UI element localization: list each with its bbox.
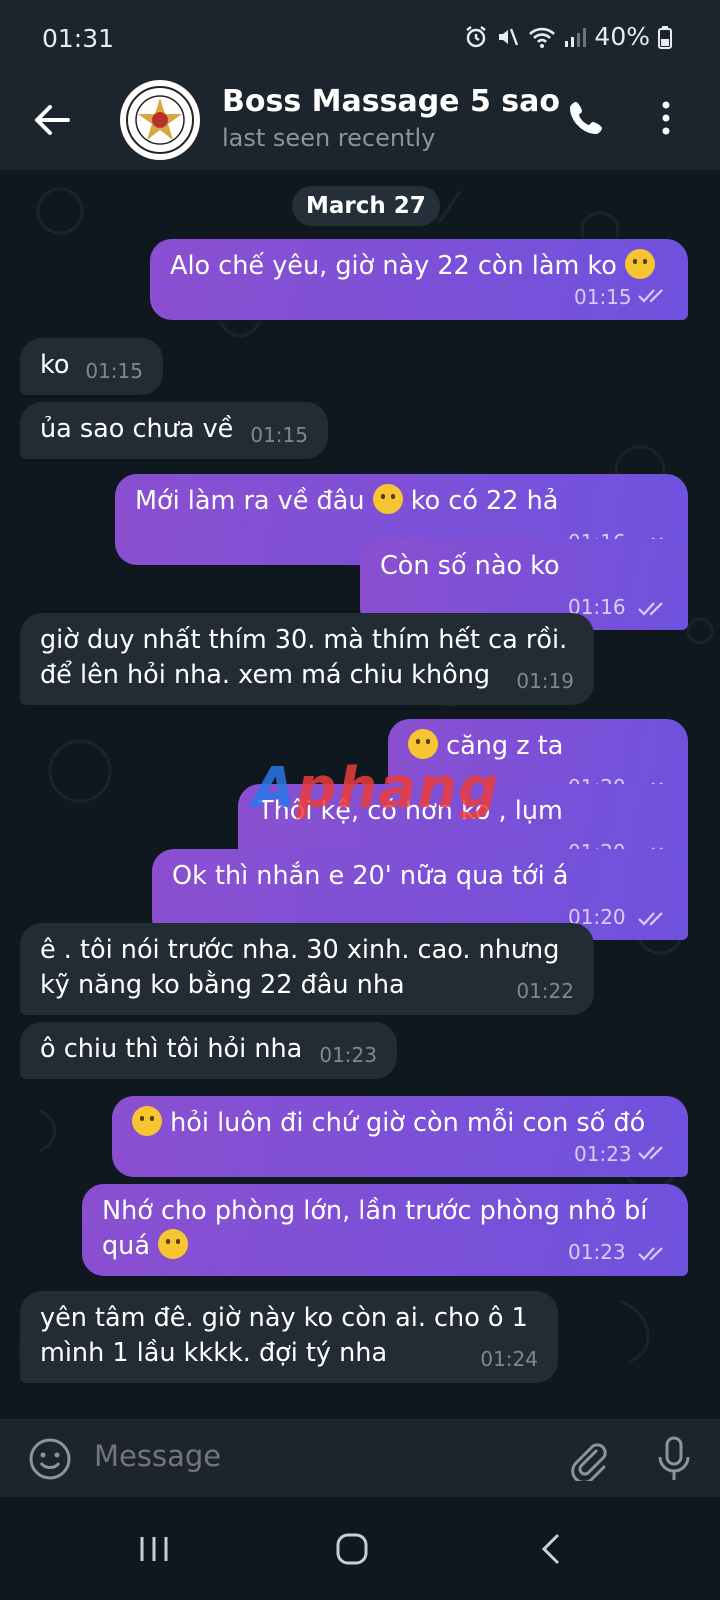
message-text: ủa sao chưa về [40, 414, 234, 444]
last-seen-status: last seen recently [222, 124, 436, 152]
message-line: giờ duy nhất thím 30. mà thím hết ca rồi… [40, 625, 568, 655]
back-icon[interactable] [528, 1525, 576, 1573]
chat-title[interactable]: Boss Massage 5 sao [222, 84, 560, 119]
message-text: Mới làm ra về đâu [135, 486, 365, 516]
message-time: 01:23 [574, 1142, 632, 1166]
message-text: Ok thì nhắn e 20' nữa qua tới á [172, 861, 569, 891]
avatar[interactable] [120, 80, 200, 160]
message-text: ko [40, 350, 70, 380]
message-time: 01:23 [319, 1043, 377, 1067]
message-text: ko có 22 hả [410, 486, 559, 516]
double-check-icon [638, 911, 663, 926]
emoji-icon[interactable] [28, 1437, 72, 1481]
woozy-face-icon [408, 729, 438, 759]
battery-icon [658, 25, 672, 49]
mute-icon [499, 28, 519, 45]
microphone-icon[interactable] [656, 1435, 692, 1483]
date-separator: March 27 [292, 186, 440, 226]
message-line: để lên hỏi nha. xem má chiu không [40, 660, 491, 690]
incoming-message[interactable]: ê . tôi nói trước nha. 30 xinh. cao. như… [20, 923, 594, 1015]
message-meta: 01:16 [568, 596, 668, 618]
message-line: Nhớ cho phòng lớn, lần trước phòng nhỏ b… [102, 1196, 648, 1226]
battery-percent: 40% [594, 22, 650, 51]
message-meta: 01:23 [568, 1241, 668, 1263]
double-check-icon [638, 601, 663, 616]
incoming-message[interactable]: ủa sao chưa về 01:15 [20, 402, 328, 459]
message-meta: 01:15 [170, 286, 668, 308]
watermark-logo: Aphang [252, 756, 499, 821]
phone-icon[interactable] [566, 98, 606, 138]
status-time: 01:31 [42, 24, 115, 53]
message-time: 01:24 [480, 1347, 538, 1371]
back-arrow-icon[interactable] [32, 100, 72, 140]
message-line: kỹ năng ko bằng 22 đâu nha [40, 970, 405, 1000]
message-line: quá [102, 1231, 150, 1261]
signal-icon [565, 27, 587, 47]
chat-header: Boss Massage 5 sao last seen recently [0, 78, 720, 171]
system-nav-bar [0, 1497, 720, 1600]
message-meta: 01:23 [132, 1143, 668, 1165]
message-text: ô chiu thì tôi hỏi nha [40, 1034, 303, 1064]
more-vertical-icon[interactable] [658, 98, 674, 138]
alarm-icon [466, 25, 487, 47]
attach-icon[interactable] [566, 1437, 610, 1481]
message-meta: 01:20 [568, 906, 668, 928]
flushed-face-icon [132, 1106, 162, 1136]
incoming-message[interactable]: ô chiu thì tôi hỏi nha 01:23 [20, 1022, 397, 1079]
double-check-icon [638, 289, 663, 303]
wifi-icon [529, 27, 556, 48]
message-time: 01:23 [568, 1240, 626, 1264]
incoming-message[interactable]: ko 01:15 [20, 338, 163, 395]
message-line: ê . tôi nói trước nha. 30 xinh. cao. như… [40, 935, 560, 965]
outgoing-message[interactable]: hỏi luôn đi chứ giờ còn mỗi con số đó 01… [112, 1096, 688, 1177]
message-text: Còn số nào ko [380, 551, 560, 581]
recent-apps-icon[interactable] [130, 1525, 178, 1573]
message-input[interactable] [94, 1439, 524, 1473]
message-text: Alo chế yêu, giờ này 22 còn làm ko [170, 251, 617, 281]
message-time: 01:15 [574, 285, 632, 309]
woozy-face-icon [372, 484, 403, 514]
incoming-message[interactable]: yên tâm đê. giờ này ko còn ai. cho ô 1 m… [20, 1291, 558, 1383]
pleading-face-icon [158, 1229, 189, 1259]
massage-logo-icon [126, 86, 194, 154]
status-bar: 01:31 40% [0, 0, 720, 78]
double-check-icon [638, 1246, 663, 1261]
message-text: hỏi luôn đi chứ giờ còn mỗi con số đó [170, 1108, 646, 1138]
outgoing-message[interactable]: Nhớ cho phòng lớn, lần trước phòng nhỏ b… [82, 1184, 688, 1276]
kiss-icon [625, 249, 655, 279]
watermark-part2: phang [296, 756, 500, 821]
message-time: 01:15 [85, 359, 143, 383]
status-icons: 40% [464, 22, 672, 51]
incoming-message[interactable]: giờ duy nhất thím 30. mà thím hết ca rồi… [20, 613, 594, 705]
message-time: 01:19 [516, 669, 574, 693]
message-time: 01:15 [250, 423, 308, 447]
message-line: mình 1 lầu kkkk. đợi tý nha [40, 1338, 388, 1368]
double-check-icon [638, 1146, 663, 1160]
chat-area[interactable]: March 27 Alo chế yêu, giờ này 22 còn làm… [0, 171, 720, 1419]
home-icon[interactable] [328, 1525, 376, 1573]
message-time: 01:22 [516, 979, 574, 1003]
message-composer [0, 1419, 720, 1497]
outgoing-message[interactable]: Alo chế yêu, giờ này 22 còn làm ko 01:15 [150, 239, 688, 320]
watermark-part1: A [252, 756, 297, 821]
message-line: yên tâm đê. giờ này ko còn ai. cho ô 1 [40, 1303, 528, 1333]
